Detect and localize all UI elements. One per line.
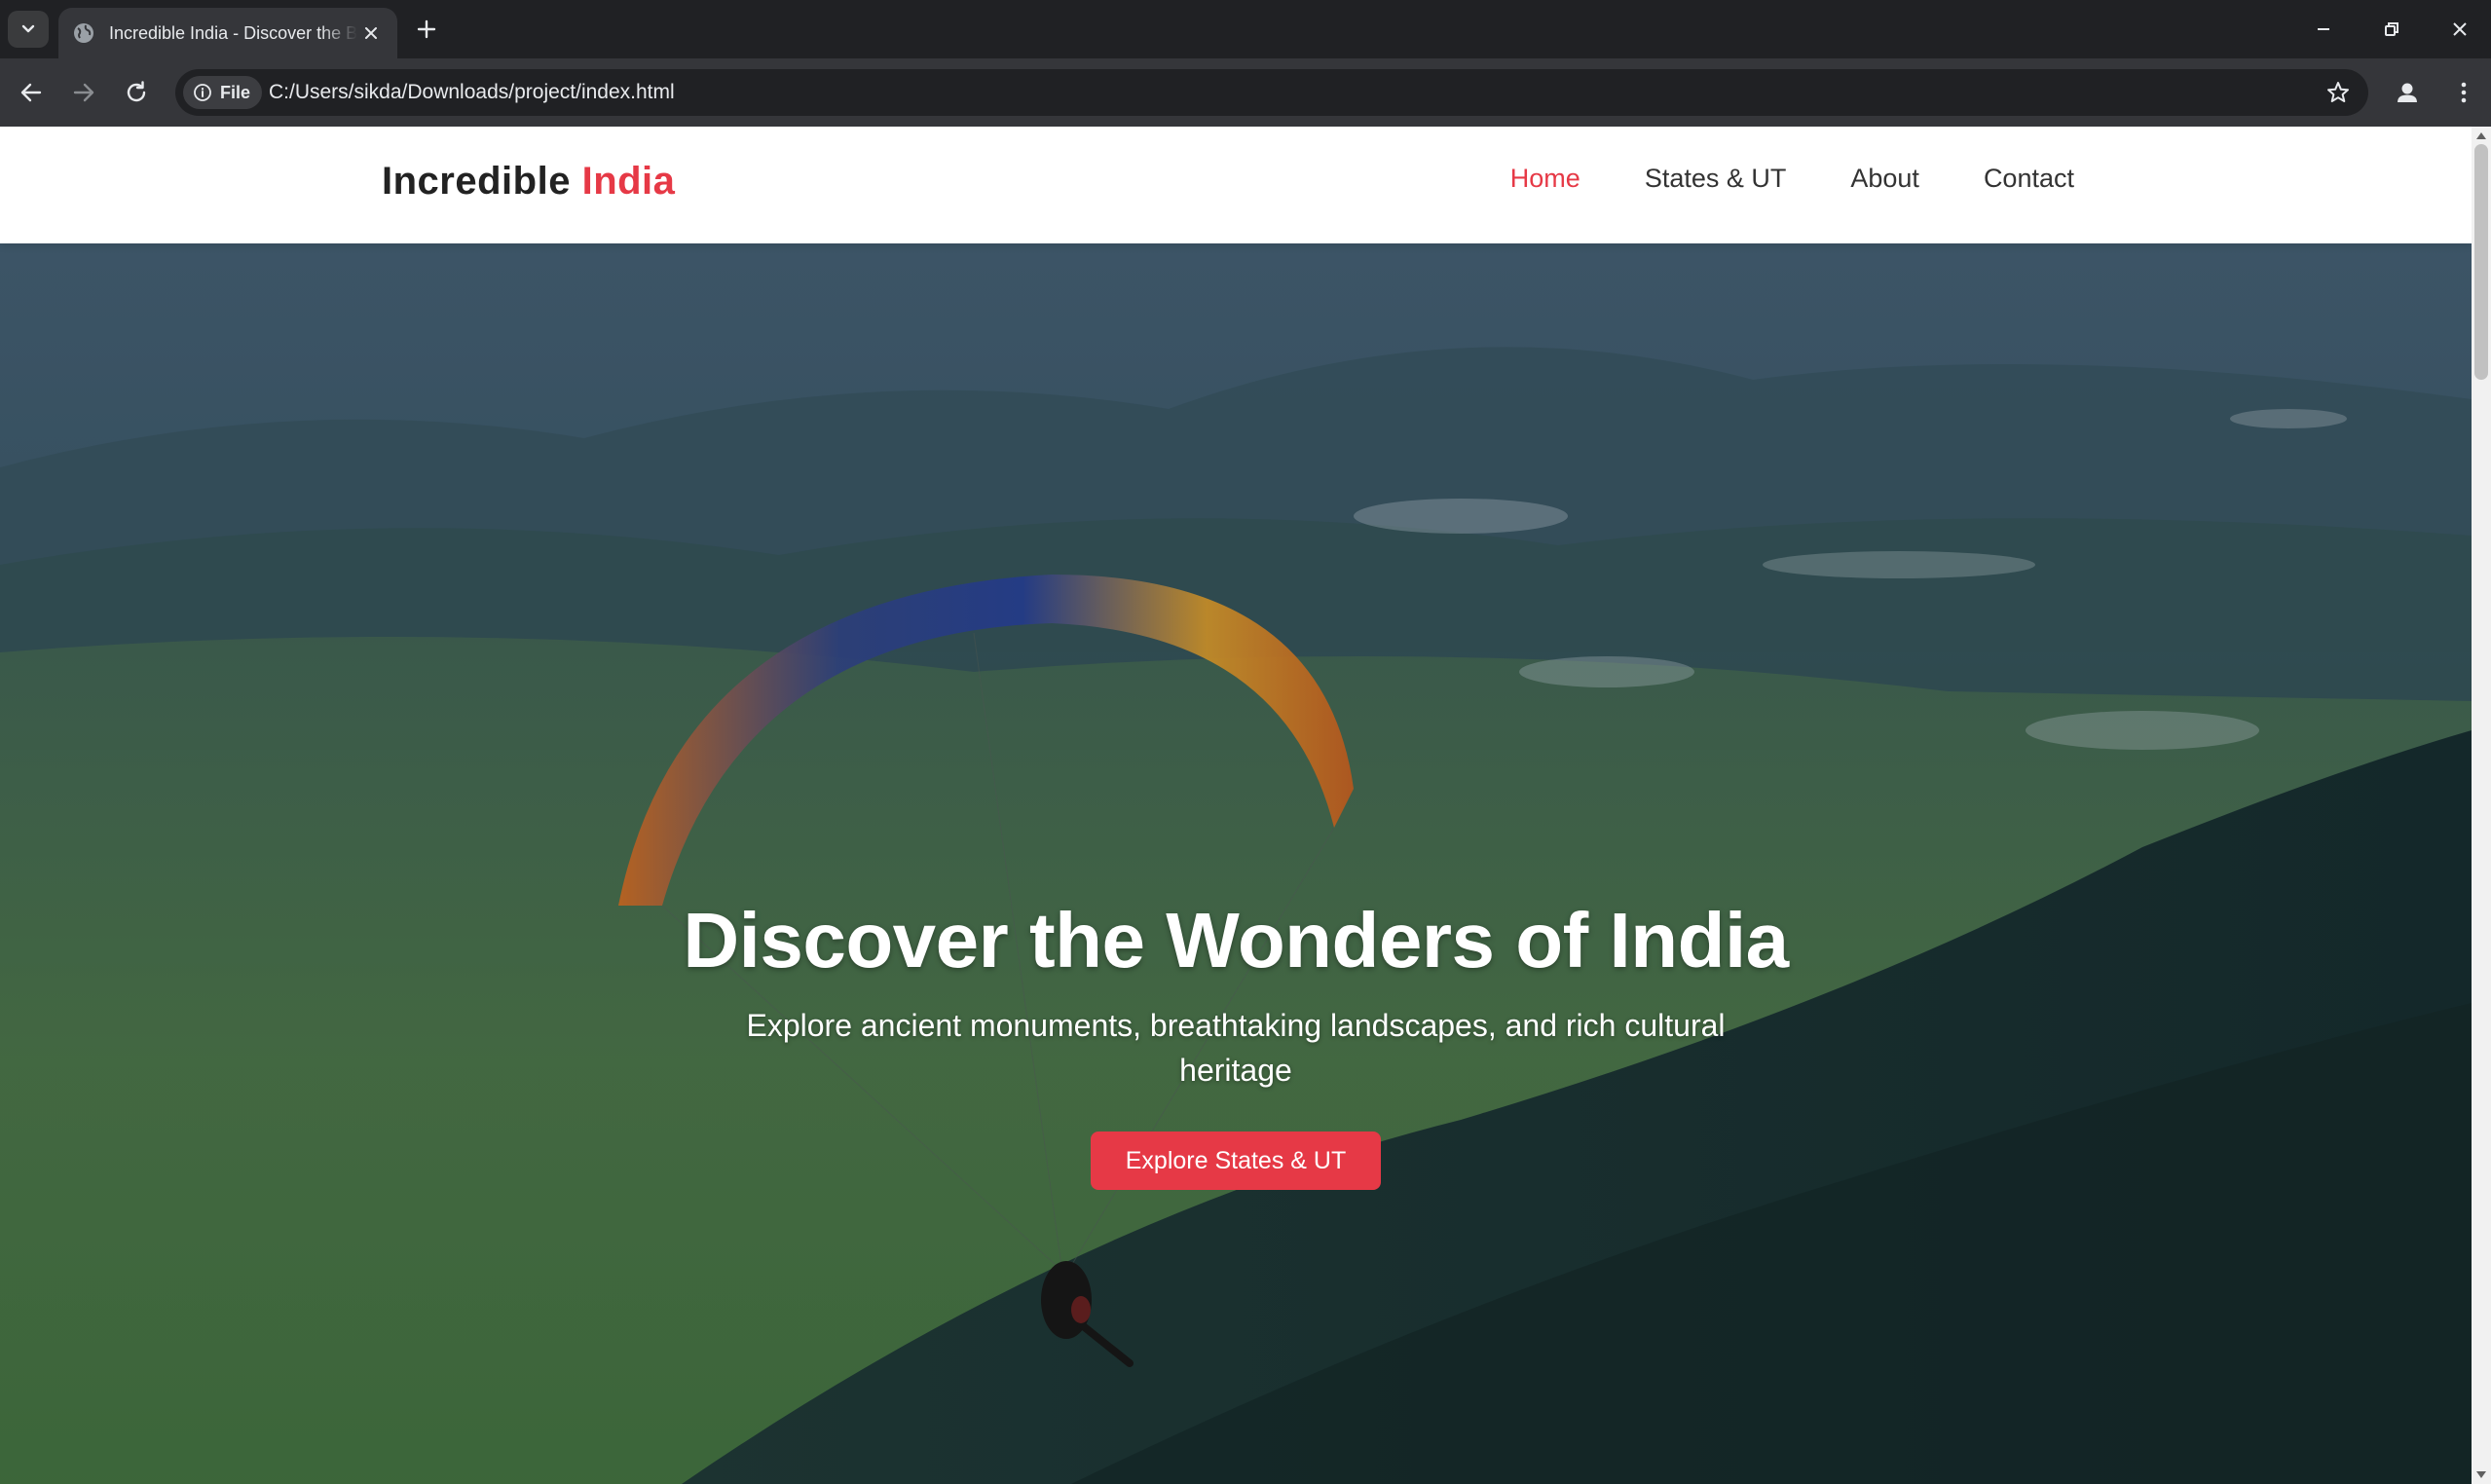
scroll-down-arrow-icon[interactable]	[2475, 1470, 2487, 1480]
hero-background-image	[0, 243, 2472, 1484]
hero-content: Discover the Wonders of India Explore an…	[0, 896, 2472, 1190]
info-icon	[194, 84, 211, 101]
tab-search-button[interactable]	[8, 11, 49, 48]
minimize-icon[interactable]	[2308, 14, 2339, 45]
address-bar[interactable]: File C:/Users/sikda/Downloads/project/in…	[175, 69, 2368, 116]
site-header: Incredible India Home States & UT About …	[0, 127, 2472, 243]
restore-icon[interactable]	[2376, 14, 2407, 45]
globe-icon	[74, 23, 93, 43]
profile-icon[interactable]	[2392, 77, 2423, 108]
nav-link-states[interactable]: States & UT	[1645, 164, 1787, 194]
bookmark-star-icon[interactable]	[2324, 78, 2353, 107]
page-scrollbar[interactable]	[2472, 127, 2491, 1484]
nav-link-contact[interactable]: Contact	[1984, 164, 2074, 194]
tab-title: Incredible India - Discover the Beauty	[109, 22, 357, 43]
back-arrow-icon[interactable]	[14, 75, 49, 110]
reload-icon[interactable]	[119, 75, 154, 110]
site-info-chip[interactable]: File	[183, 76, 263, 109]
forward-arrow-icon[interactable]	[66, 75, 101, 110]
site-logo[interactable]: Incredible India	[382, 160, 675, 204]
logo-main-text: Incredible	[382, 160, 571, 203]
nav-link-home[interactable]: Home	[1510, 164, 1580, 194]
chevron-down-icon	[21, 24, 35, 33]
kebab-menu-icon[interactable]	[2448, 77, 2479, 108]
nav-link-about[interactable]: About	[1850, 164, 1919, 194]
hero-title: Discover the Wonders of India	[683, 897, 1789, 983]
scrollbar-thumb[interactable]	[2474, 144, 2488, 380]
scroll-up-arrow-icon[interactable]	[2475, 130, 2487, 140]
explore-states-button[interactable]: Explore States & UT	[1090, 1132, 1382, 1190]
hero-subtitle: Explore ancient monuments, breathtaking …	[746, 1008, 1726, 1088]
main-nav: Home States & UT About Contact	[1510, 164, 2074, 194]
close-tab-icon[interactable]	[360, 22, 382, 44]
url-text[interactable]: C:/Users/sikda/Downloads/project/index.h…	[269, 81, 675, 104]
close-window-icon[interactable]	[2444, 14, 2475, 45]
browser-tab[interactable]: Incredible India - Discover the Beauty	[58, 8, 397, 58]
logo-accent-text: India	[581, 160, 676, 203]
browser-tabstrip: Incredible India - Discover the Beauty	[0, 0, 2491, 58]
browser-toolbar: File C:/Users/sikda/Downloads/project/in…	[0, 58, 2491, 127]
file-chip-label: File	[220, 82, 251, 102]
page-viewport: Incredible India Home States & UT About …	[0, 127, 2491, 1484]
new-tab-icon[interactable]	[413, 16, 440, 43]
hero-section: Discover the Wonders of India Explore an…	[0, 243, 2472, 1484]
